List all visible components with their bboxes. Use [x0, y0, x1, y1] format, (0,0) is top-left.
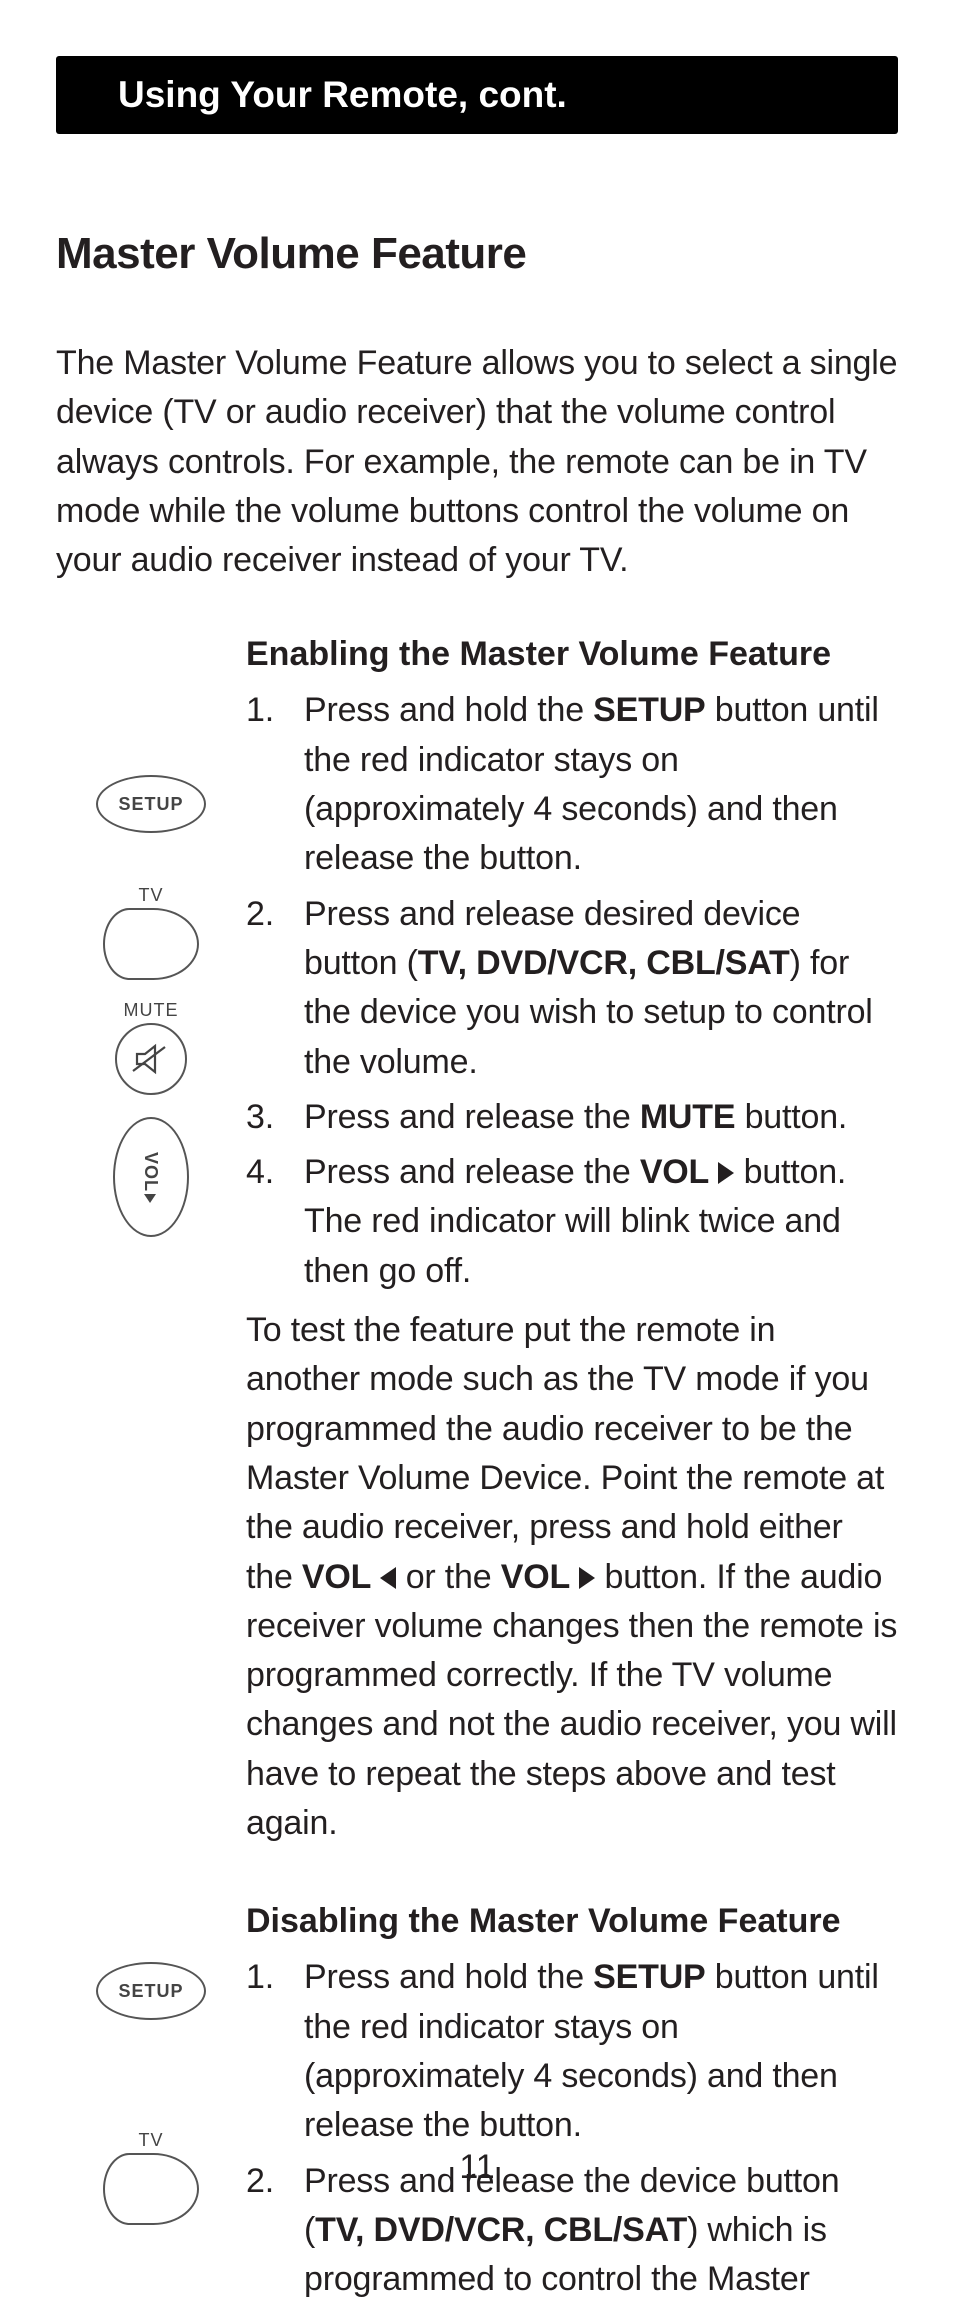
- enabling-test-paragraph: To test the feature put the remote in an…: [246, 1306, 898, 1848]
- step-text: button.: [735, 1098, 847, 1136]
- icon-column-enabling: SETUP TV MUTE VOL: [56, 635, 246, 1848]
- setup-button-icon: SETUP: [96, 1962, 206, 2020]
- step-text: Press and hold the: [304, 691, 593, 729]
- tv-button-label: TV: [138, 885, 163, 906]
- vol-left-arrow-icon: [380, 1567, 396, 1589]
- tv-button-icon: TV: [103, 885, 199, 980]
- page-header-title: Using Your Remote, cont.: [118, 74, 567, 115]
- disabling-steps-list: Press and hold the SETUP button until th…: [246, 1953, 898, 2304]
- step-text: Press and release the: [304, 1098, 640, 1136]
- enabling-heading: Enabling the Master Volume Feature: [246, 635, 898, 674]
- paragraph-text: To test the feature put the remote in an…: [246, 1311, 884, 1595]
- paragraph-text: or the: [396, 1558, 500, 1596]
- paragraph-bold: VOL: [302, 1558, 371, 1596]
- enabling-steps-list: Press and hold the SETUP button until th…: [246, 686, 898, 1296]
- mute-speaker-icon: [131, 1039, 171, 1079]
- step-bold: MUTE: [640, 1098, 736, 1136]
- paragraph-bold: VOL: [501, 1558, 570, 1596]
- page-header: Using Your Remote, cont.: [56, 56, 898, 134]
- vol-button-label: VOL: [140, 1152, 161, 1192]
- list-item: Press and hold the SETUP button until th…: [246, 1953, 898, 2150]
- paragraph-text: button. If the audio receiver volume cha…: [246, 1558, 897, 1842]
- step-bold: TV, DVD/VCR, CBL/SAT: [315, 2211, 687, 2249]
- vol-right-arrow-icon: [579, 1567, 595, 1589]
- step-bold: VOL: [640, 1153, 709, 1191]
- vol-button-icon: VOL: [113, 1117, 189, 1237]
- step-bold: TV, DVD/VCR, CBL/SAT: [418, 944, 790, 982]
- section-title: Master Volume Feature: [56, 229, 898, 279]
- setup-button-label: SETUP: [118, 1981, 183, 2002]
- vol-up-arrow-icon: [145, 1194, 157, 1203]
- list-item: Press and release the VOL button. The re…: [246, 1148, 898, 1296]
- step-text: Press and release the: [304, 1153, 640, 1191]
- page-number: 11: [0, 2148, 954, 2187]
- list-item: Press and release desired device button …: [246, 890, 898, 1087]
- step-text: Press and hold the: [304, 1958, 593, 1996]
- list-item: Press and hold the SETUP button until th…: [246, 686, 898, 883]
- setup-button-label: SETUP: [118, 794, 183, 815]
- list-item: Press and release the MUTE button.: [246, 1093, 898, 1142]
- vol-right-arrow-icon: [718, 1162, 734, 1184]
- disabling-heading: Disabling the Master Volume Feature: [246, 1902, 898, 1941]
- mute-button-label: MUTE: [124, 1000, 179, 1021]
- mute-button-icon: MUTE: [115, 1000, 187, 1095]
- step-bold: SETUP: [593, 691, 705, 729]
- step-bold: SETUP: [593, 1958, 705, 1996]
- icon-column-disabling: SETUP TV: [56, 1902, 246, 2310]
- intro-paragraph: The Master Volume Feature allows you to …: [56, 339, 898, 585]
- setup-button-icon: SETUP: [96, 775, 206, 833]
